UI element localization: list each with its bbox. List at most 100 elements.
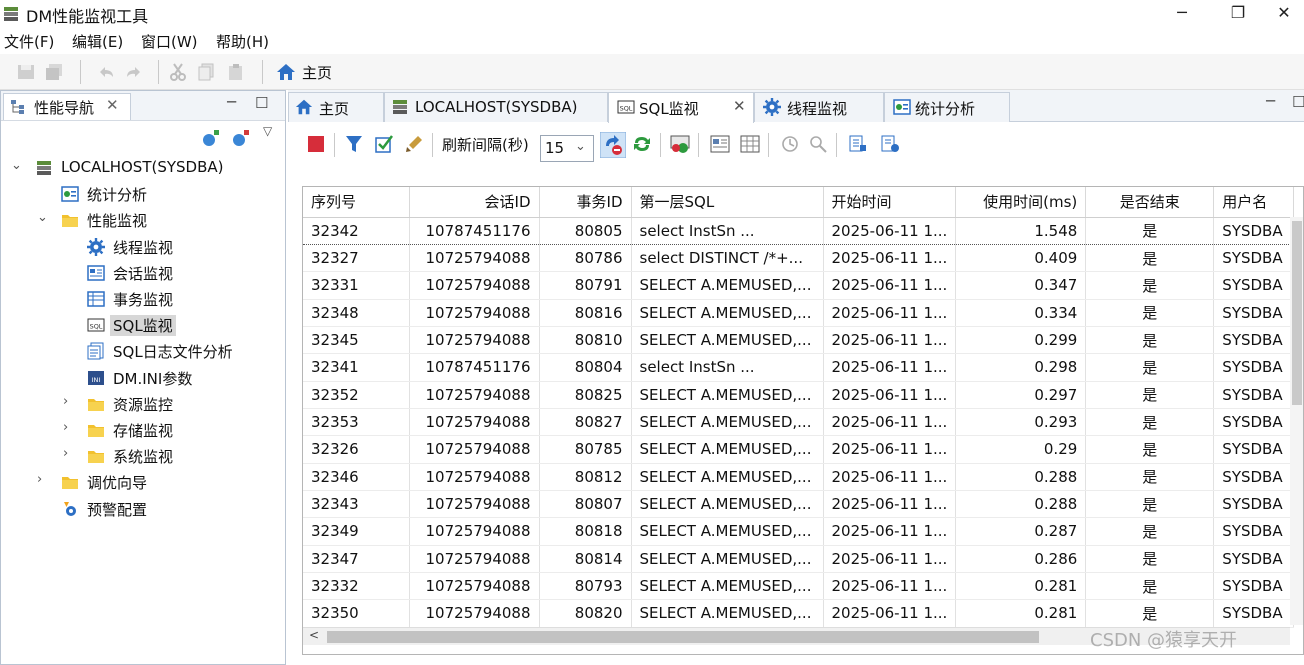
tree-item[interactable]: 统计分析 xyxy=(1,181,281,207)
table-row[interactable]: 32327 10725794088 80786 select DISTINCT /*+… xyxy=(303,244,1295,273)
table-row[interactable]: 32350 10725794088 80820 SELECT A.MEMUSED,..… xyxy=(303,599,1295,628)
expand-arrow-icon[interactable]: ⌄ xyxy=(11,158,22,173)
close-tab-icon[interactable]: ✕ xyxy=(733,97,746,115)
tab-sql-monitor[interactable]: SQL SQL监视 ✕ xyxy=(608,92,754,123)
cell-seq: 32349 xyxy=(303,517,410,546)
tab-statistics[interactable]: 统计分析 xyxy=(884,92,1010,122)
col-header-seq[interactable]: 序列号 xyxy=(303,187,410,218)
cell-session-id: 10725794088 xyxy=(409,572,540,601)
menu-file[interactable]: 文件(F) xyxy=(4,31,54,52)
paste-icon[interactable] xyxy=(226,62,246,82)
save-icon[interactable] xyxy=(16,62,36,82)
cell-elapsed: 0.293 xyxy=(955,408,1087,437)
expand-arrow-icon[interactable]: ⌄ xyxy=(37,210,48,225)
menu-window[interactable]: 窗口(W) xyxy=(141,31,198,52)
collapse-arrow-icon[interactable]: › xyxy=(63,394,68,409)
tree-item[interactable]: ⌄ LOCALHOST(SYSDBA) xyxy=(1,155,281,181)
col-header-start-time[interactable]: 开始时间 xyxy=(823,187,957,218)
table-row[interactable]: 32346 10725794088 80812 SELECT A.MEMUSED,..… xyxy=(303,463,1295,491)
close-window-button[interactable]: ✕ xyxy=(1264,2,1304,26)
tree-item[interactable]: INI DM.INI参数 xyxy=(1,365,281,391)
filter-icon[interactable] xyxy=(344,134,364,154)
tree-item[interactable]: › 调优向导 xyxy=(1,469,281,495)
table-row[interactable]: 32326 10725794088 80785 SELECT A.MEMUSED,..… xyxy=(303,435,1295,464)
tree-item[interactable]: SQL SQL监视 xyxy=(1,312,281,338)
home-icon[interactable] xyxy=(276,62,296,82)
nav-tab[interactable]: 性能导航 ✕ xyxy=(3,93,131,120)
alert-config-icon xyxy=(64,501,76,516)
tab-thread-monitor[interactable]: 线程监视 xyxy=(754,92,884,122)
table-row[interactable]: 32343 10725794088 80807 SELECT A.MEMUSED,..… xyxy=(303,490,1295,519)
table-row[interactable]: 32345 10725794088 80810 SELECT A.MEMUSED,..… xyxy=(303,326,1295,355)
tree-item[interactable]: 预警配置 xyxy=(1,496,281,522)
tab-home[interactable]: 主页 xyxy=(288,92,384,122)
refresh-interval-select[interactable]: 15 ⌄ xyxy=(540,135,594,162)
import-icon[interactable] xyxy=(880,134,900,154)
stop-icon[interactable] xyxy=(306,134,326,154)
cut-icon[interactable] xyxy=(168,62,188,82)
maximize-button[interactable]: ❐ xyxy=(1218,2,1258,26)
tree-item[interactable]: 会话监视 xyxy=(1,260,281,286)
minimize-button[interactable]: ─ xyxy=(1162,2,1202,26)
col-header-elapsed[interactable]: 使用时间(ms) xyxy=(955,187,1087,218)
menu-edit[interactable]: 编辑(E) xyxy=(72,31,123,52)
clear-icon[interactable] xyxy=(404,134,424,154)
detail-view-icon[interactable] xyxy=(710,134,730,154)
vertical-scrollbar[interactable] xyxy=(1290,217,1303,625)
table-row[interactable]: 32331 10725794088 80791 SELECT A.MEMUSED,..… xyxy=(303,271,1295,300)
collapse-arrow-icon[interactable]: › xyxy=(63,446,68,461)
collapse-arrow-icon[interactable]: › xyxy=(63,420,68,435)
maximize-editor-icon[interactable]: ☐ xyxy=(1292,93,1304,111)
save-all-icon[interactable] xyxy=(44,62,64,82)
view-menu-icon[interactable]: ▽ xyxy=(263,124,272,138)
col-header-trx-id[interactable]: 事务ID xyxy=(539,187,632,218)
scroll-left-icon[interactable]: < xyxy=(309,628,319,642)
tree-item[interactable]: › 资源监控 xyxy=(1,391,281,417)
tab-localhost[interactable]: LOCALHOST(SYSDBA) xyxy=(384,92,608,122)
col-header-user[interactable]: 用户名 xyxy=(1213,187,1295,218)
table-row[interactable]: 32352 10725794088 80825 SELECT A.MEMUSED,..… xyxy=(303,381,1295,409)
minimize-editor-icon[interactable]: ─ xyxy=(1266,92,1275,110)
minimize-panel-icon[interactable]: ─ xyxy=(227,93,236,111)
sql-execute-icon[interactable] xyxy=(670,134,690,154)
stats-icon xyxy=(61,186,79,202)
tree-item[interactable]: ⌄ 性能监视 xyxy=(1,207,281,233)
redo-icon[interactable] xyxy=(124,62,144,82)
close-icon[interactable]: ✕ xyxy=(106,96,119,114)
toolbar-divider xyxy=(768,133,769,157)
col-header-sql[interactable]: 第一层SQL xyxy=(631,187,824,218)
add-connection-icon[interactable] xyxy=(201,128,221,148)
tree-item[interactable]: SQL日志文件分析 xyxy=(1,338,281,364)
table-row[interactable]: 32341 10787451176 80804 select InstSn ... 20… xyxy=(303,353,1295,382)
menu-help[interactable]: 帮助(H) xyxy=(216,31,269,52)
horizontal-scroll-thumb[interactable] xyxy=(327,631,1039,643)
home-label[interactable]: 主页 xyxy=(302,62,332,83)
check-icon[interactable] xyxy=(374,134,394,154)
remove-connection-icon[interactable] xyxy=(231,128,251,148)
refresh-icon[interactable] xyxy=(632,134,652,154)
auto-refresh-toggle-icon[interactable] xyxy=(600,132,626,158)
cell-start-time: 2025-06-11 1... xyxy=(823,517,957,546)
table-row[interactable]: 32348 10725794088 80816 SELECT A.MEMUSED,..… xyxy=(303,299,1295,327)
collapse-arrow-icon[interactable]: › xyxy=(37,472,42,487)
table-body: 32342 10787451176 80805 select InstSn ... 20… xyxy=(303,216,1295,628)
grid-view-icon[interactable] xyxy=(740,134,760,154)
undo-icon[interactable] xyxy=(96,62,116,82)
tree-item[interactable]: › 系统监视 xyxy=(1,443,281,469)
find-icon[interactable] xyxy=(808,134,828,154)
history-icon[interactable] xyxy=(780,134,800,154)
table-row[interactable]: 32353 10725794088 80827 SELECT A.MEMUSED,..… xyxy=(303,408,1295,437)
vertical-scroll-thumb[interactable] xyxy=(1292,221,1302,405)
table-row[interactable]: 32349 10725794088 80818 SELECT A.MEMUSED,..… xyxy=(303,517,1295,546)
copy-icon[interactable] xyxy=(196,62,216,82)
export-icon[interactable] xyxy=(848,134,868,154)
col-header-session-id[interactable]: 会话ID xyxy=(409,187,540,218)
table-row[interactable]: 32342 10787451176 80805 select InstSn ... 20… xyxy=(303,216,1295,245)
maximize-panel-icon[interactable]: ☐ xyxy=(255,94,268,112)
tree-item[interactable]: 线程监视 xyxy=(1,234,281,260)
tree-item[interactable]: › 存储监视 xyxy=(1,417,281,443)
table-row[interactable]: 32347 10725794088 80814 SELECT A.MEMUSED,..… xyxy=(303,545,1295,573)
table-row[interactable]: 32332 10725794088 80793 SELECT A.MEMUSED,..… xyxy=(303,572,1295,601)
col-header-finished[interactable]: 是否结束 xyxy=(1085,187,1215,218)
tree-item[interactable]: 事务监视 xyxy=(1,286,281,312)
